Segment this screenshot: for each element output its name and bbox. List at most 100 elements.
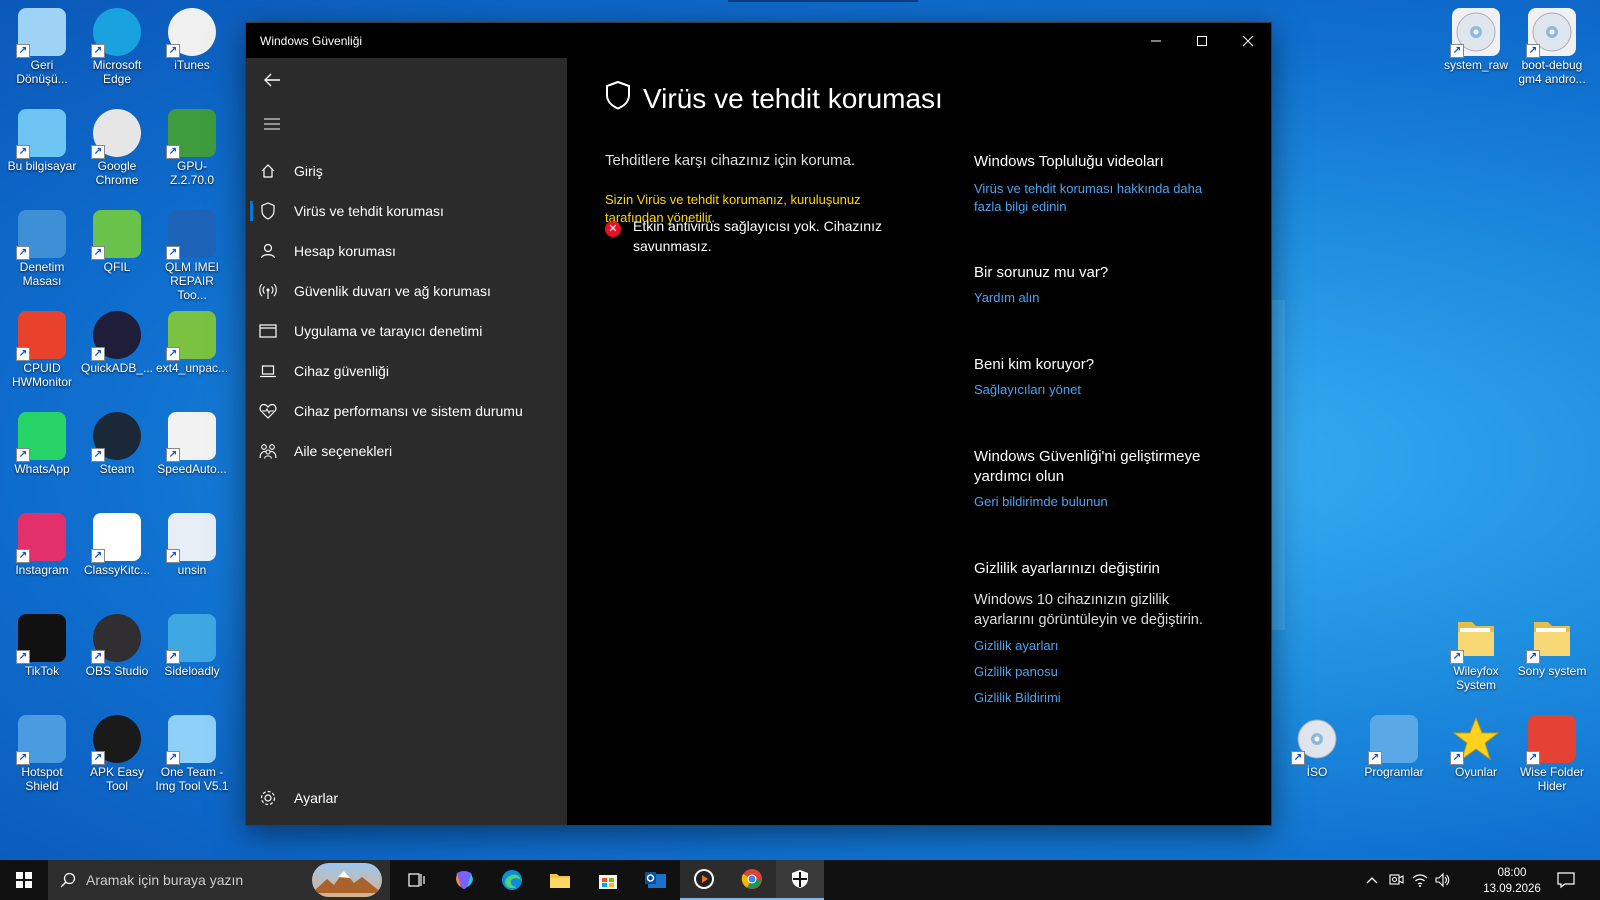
quickadb-icon: ↗: [91, 311, 141, 361]
desktop-icon[interactable]: ↗ Instagram: [4, 507, 80, 603]
desktop-icon[interactable]: ↗ SpeedAuto...: [154, 406, 230, 502]
back-button[interactable]: [254, 66, 290, 94]
instagram-icon: ↗: [16, 513, 66, 563]
notification-center-button[interactable]: [1556, 870, 1576, 890]
desktop-icon[interactable]: ↗ QFIL: [79, 204, 155, 300]
taskbar-chrome[interactable]: [728, 860, 776, 900]
show-hidden-icons-button[interactable]: [1364, 872, 1380, 888]
desktop-icon[interactable]: ↗ unsin: [154, 507, 230, 603]
shortcut-arrow-icon: ↗: [166, 347, 180, 361]
nav-settings[interactable]: Ayarlar: [246, 780, 567, 816]
desktop-icon[interactable]: ↗ iTunes: [154, 2, 230, 98]
minimize-button[interactable]: [1133, 23, 1179, 58]
desktop-icon[interactable]: ↗ system_raw: [1438, 2, 1514, 98]
learn-more-link[interactable]: Virüs ve tehdit koruması hakkında daha f…: [974, 180, 1224, 216]
desktop-icon[interactable]: ↗ OBS Studio: [79, 608, 155, 704]
nav-firewall[interactable]: Güvenlik duvarı ve ağ koruması: [246, 273, 567, 309]
desktop-icon[interactable]: ↗ Denetim Masası: [4, 204, 80, 300]
shortcut-arrow-icon: ↗: [1526, 650, 1540, 664]
mail-icon: [645, 872, 666, 888]
desktop-icon[interactable]: ↗ TikTok: [4, 608, 80, 704]
search-box[interactable]: Aramak için buraya yazın: [48, 860, 390, 900]
camera-tray-icon[interactable]: [1388, 872, 1404, 888]
taskbar-copilot[interactable]: [440, 860, 488, 900]
nav-account-protection[interactable]: Hesap koruması: [246, 233, 567, 269]
nav-device-security[interactable]: Cihaz güvenliği: [246, 353, 567, 389]
taskbar-media-player[interactable]: [680, 860, 728, 900]
clock[interactable]: 08:00 13.09.2026: [1480, 865, 1544, 897]
unsin-icon: ↗: [166, 513, 216, 563]
hamburger-menu-button[interactable]: [254, 110, 290, 138]
hwmonitor-icon: ↗: [16, 311, 66, 361]
privacy-settings-link[interactable]: Gizlilik ayarları: [974, 637, 1224, 655]
desktop-icon[interactable]: ↗ Hotspot Shield: [4, 709, 80, 805]
nav-family-options[interactable]: Aile seçenekleri: [246, 433, 567, 469]
nav-label: Hesap koruması: [294, 243, 396, 259]
desktop-icon-label: OBS Studio: [85, 664, 149, 678]
desktop-icon[interactable]: ↗ İSO: [1279, 709, 1355, 805]
desktop-icon[interactable]: ↗ Steam: [79, 406, 155, 502]
alert-text: Etkin antivirüs sağlayıcısı yok. Cihazın…: [633, 218, 882, 254]
desktop-icon[interactable]: ↗ GPU-Z.2.70.0: [154, 103, 230, 199]
nav-home[interactable]: Giriş: [246, 153, 567, 189]
taskbar-file-explorer[interactable]: [536, 860, 584, 900]
nav-app-browser-control[interactable]: Uygulama ve tarayıcı denetimi: [246, 313, 567, 349]
desktop-icon-label: QuickADB_...: [80, 361, 154, 375]
privacy-dashboard-link[interactable]: Gizlilik panosu: [974, 663, 1224, 681]
cd-icon: ↗: [1291, 715, 1341, 765]
desktop-icon[interactable]: ↗ Microsoft Edge: [79, 2, 155, 98]
privacy-description: Windows 10 cihazınızın gizlilik ayarları…: [974, 592, 1203, 628]
search-highlight-image[interactable]: [312, 863, 382, 897]
steam-icon: ↗: [91, 412, 141, 462]
network-tray-icon[interactable]: [1412, 872, 1428, 888]
start-button[interactable]: [0, 860, 48, 900]
desktop-icon[interactable]: ↗ Wise Folder Hider: [1514, 709, 1590, 805]
volume-tray-icon[interactable]: [1434, 872, 1450, 888]
taskbar-edge[interactable]: [488, 860, 536, 900]
desktop-icon[interactable]: ↗ Google Chrome: [79, 103, 155, 199]
nav-device-performance[interactable]: Cihaz performansı ve sistem durumu: [246, 393, 567, 429]
title-bar[interactable]: Windows Güvenliği: [246, 23, 1271, 58]
desktop-icon[interactable]: ↗ Geri Dönüşü...: [4, 2, 80, 98]
give-feedback-link[interactable]: Geri bildirimde bulunun: [974, 493, 1224, 511]
shortcut-arrow-icon: ↗: [166, 650, 180, 664]
taskbar-windows-security[interactable]: [776, 860, 824, 900]
section-heading: Beni kim koruyor?: [974, 356, 1095, 373]
desktop-icon[interactable]: ↗ Bu bilgisayar: [4, 103, 80, 199]
desktop-icon[interactable]: ↗ Wileyfox System: [1438, 608, 1514, 704]
privacy-statement-link[interactable]: Gizlilik Bildirimi: [974, 689, 1224, 707]
desktop-icon[interactable]: ↗ Sony system: [1514, 608, 1590, 704]
tiktok-icon: ↗: [16, 614, 66, 664]
mouse-icon: ↗: [166, 412, 216, 462]
taskbar-outlook[interactable]: [632, 860, 680, 900]
gpuz-icon: ↗: [166, 109, 216, 159]
desktop-icon[interactable]: ↗ Sideloadly: [154, 608, 230, 704]
desktop-icon-label: QLM IMEI REPAIR Too...: [164, 260, 219, 302]
nav-virus-protection[interactable]: Virüs ve tehdit koruması: [246, 193, 567, 229]
shortcut-arrow-icon: ↗: [1368, 751, 1382, 765]
wifi-icon: [1412, 874, 1428, 887]
desktop-icon[interactable]: ↗ QuickADB_...: [79, 305, 155, 401]
desktop-icon[interactable]: ↗ CPUID HWMonitor: [4, 305, 80, 401]
desktop-icon[interactable]: ↗ Oyunlar: [1438, 709, 1514, 805]
desktop-icon[interactable]: ↗ APK Easy Tool: [79, 709, 155, 805]
close-button[interactable]: [1225, 23, 1271, 58]
get-help-link[interactable]: Yardım alın: [974, 289, 1224, 307]
desktop-icon-label: Wise Folder Hider: [1519, 765, 1584, 793]
desktop-icon[interactable]: ↗ Programlar: [1356, 709, 1432, 805]
desktop-icon[interactable]: ↗ boot-debug gm4 andro...: [1514, 2, 1590, 98]
taskbar-store[interactable]: [584, 860, 632, 900]
task-view-button[interactable]: [392, 860, 440, 900]
desktop-icon[interactable]: ↗ One Team - Img Tool V5.1: [154, 709, 230, 805]
shortcut-arrow-icon: ↗: [1450, 751, 1464, 765]
desktop-icon[interactable]: ↗ WhatsApp: [4, 406, 80, 502]
manage-providers-link[interactable]: Sağlayıcıları yönet: [974, 381, 1224, 399]
shortcut-arrow-icon: ↗: [1526, 44, 1540, 58]
recycle-bin-icon: ↗: [16, 8, 66, 58]
maximize-button[interactable]: [1179, 23, 1225, 58]
shortcut-arrow-icon: ↗: [91, 347, 105, 361]
page-subtitle: Tehditlere karşı cihazınız için koruma.: [605, 152, 856, 169]
desktop-icon[interactable]: ↗ QLM IMEI REPAIR Too...: [154, 204, 230, 302]
desktop-icon[interactable]: ↗ ext4_unpac...: [154, 305, 230, 401]
desktop-icon[interactable]: ↗ ClassyKitc...: [79, 507, 155, 603]
